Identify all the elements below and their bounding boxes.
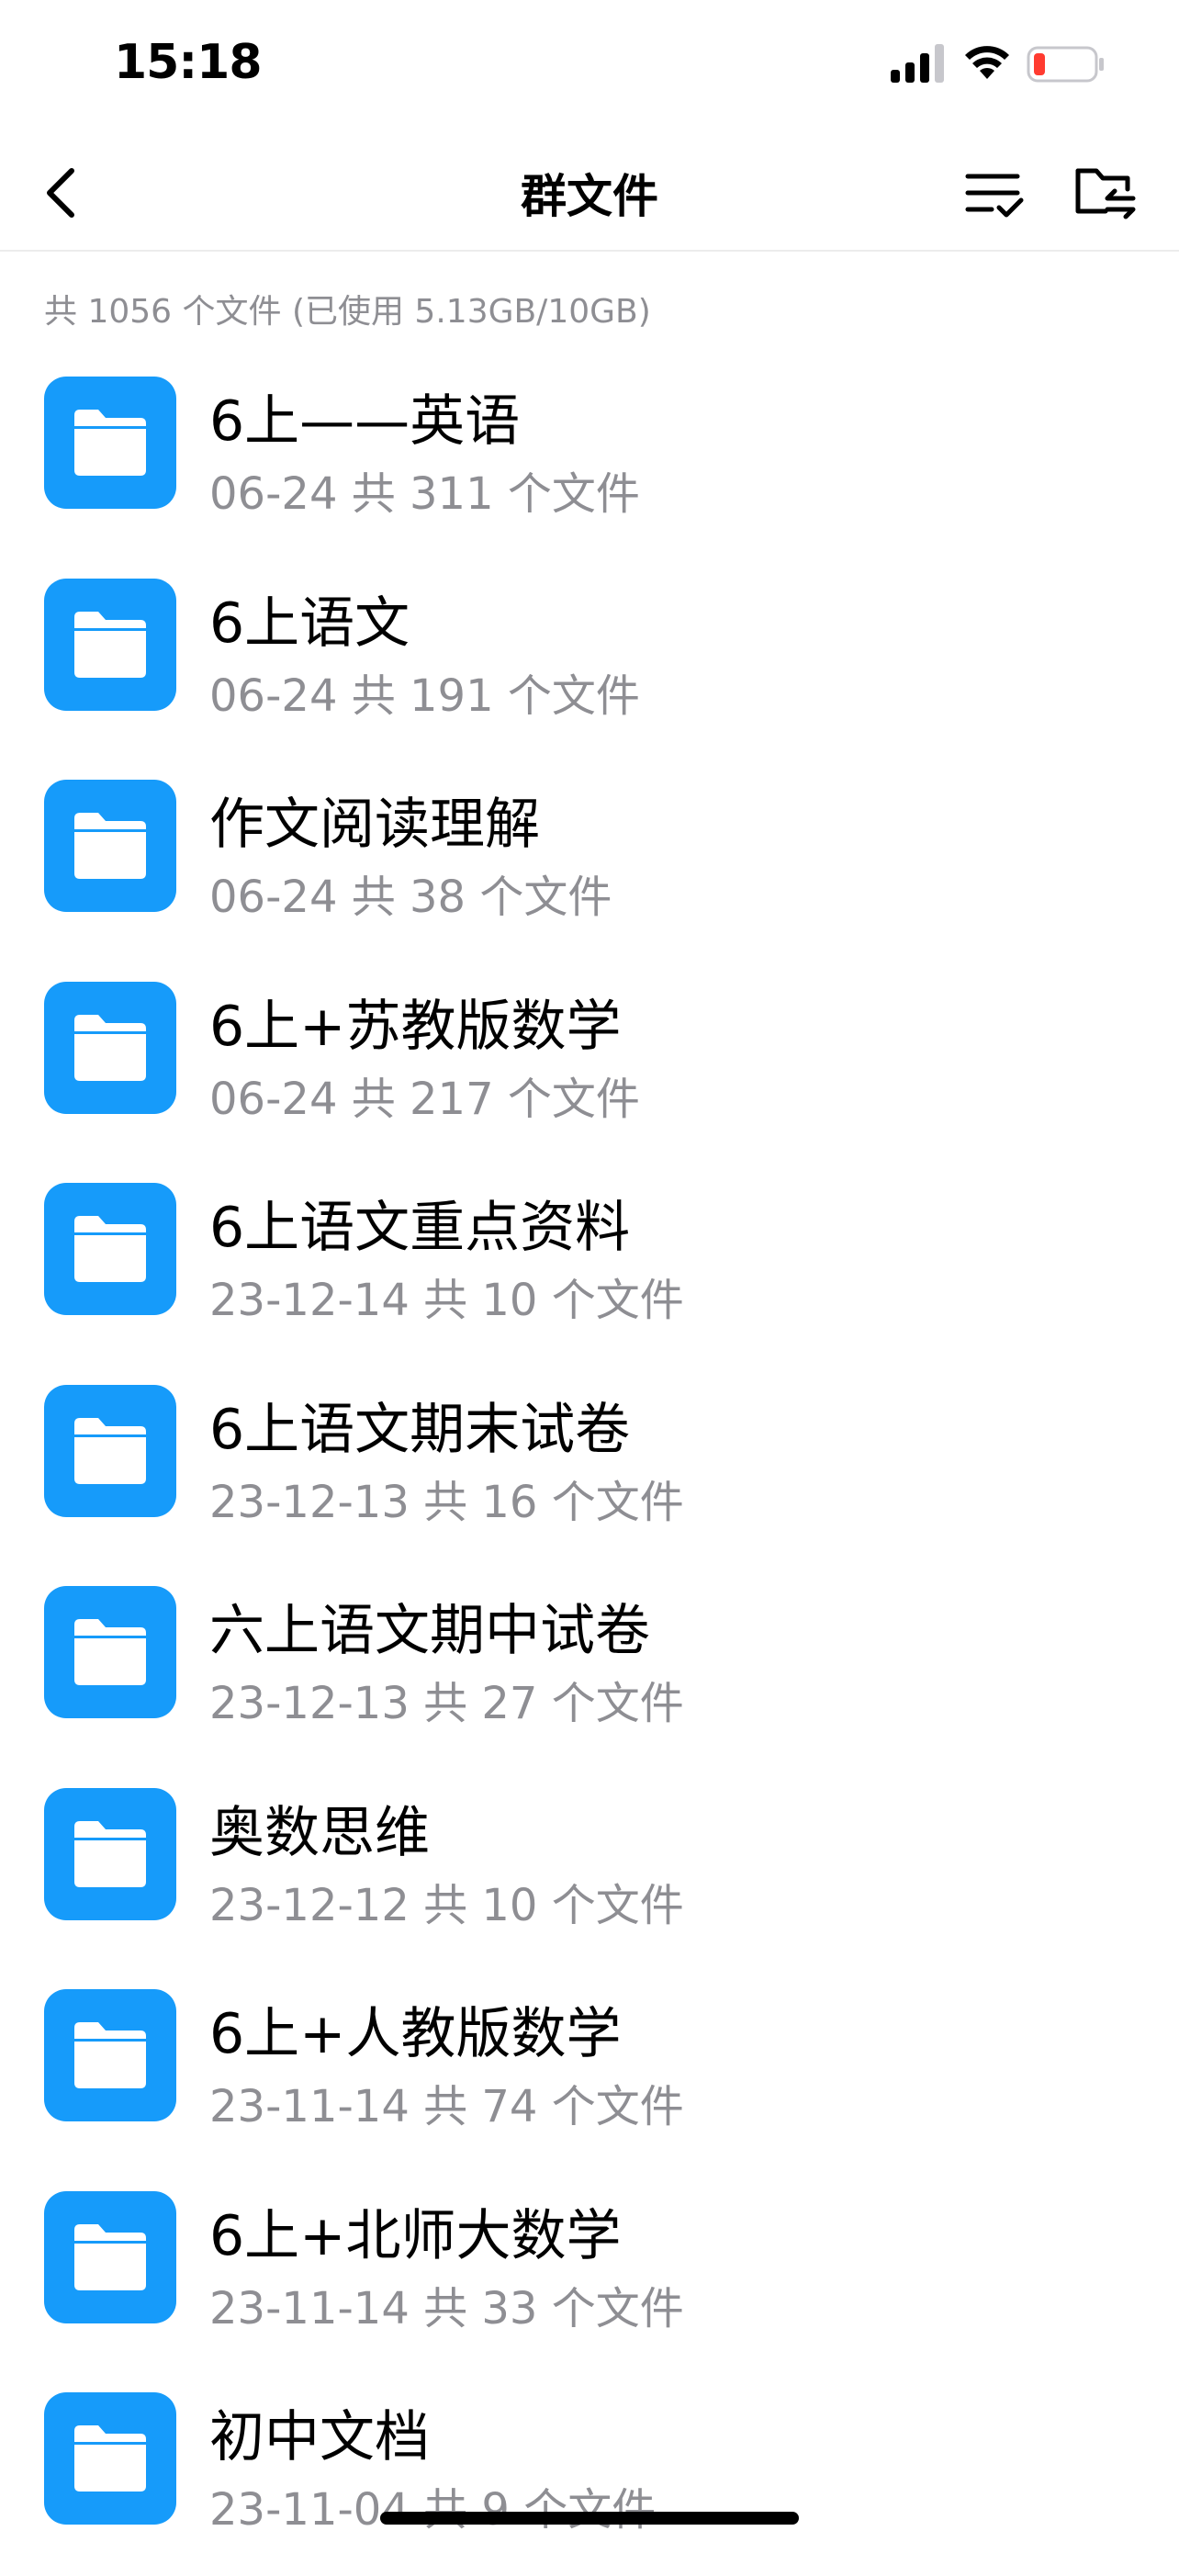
navigation-bar: 群文件 — [0, 138, 1179, 252]
file-name: 初中文档 — [209, 2405, 430, 2469]
folder-icon — [44, 578, 176, 711]
folder-icon — [44, 1384, 176, 1517]
file-item[interactable]: 6上语文 06-24 共 191 个文件 — [0, 560, 1179, 762]
home-indicator[interactable] — [380, 2512, 799, 2525]
file-name: 奥数思维 — [209, 1800, 430, 1865]
file-name: 作文阅读理解 — [209, 793, 540, 857]
file-summary: 共 1056 个文件 (已使用 5.13GB/10GB) — [44, 293, 651, 331]
file-item[interactable]: 六上语文期中试卷 23-12-13 共 27 个文件 — [0, 1568, 1179, 1770]
wifi-icon — [965, 46, 1009, 79]
file-name: 六上语文期中试卷 — [209, 1599, 650, 1663]
file-meta: 23-11-14 共 33 个文件 — [209, 2282, 684, 2334]
file-meta: 23-11-14 共 74 个文件 — [209, 2081, 684, 2132]
file-meta: 06-24 共 38 个文件 — [209, 872, 612, 923]
file-item[interactable]: 6上语文重点资料 23-12-14 共 10 个文件 — [0, 1164, 1179, 1367]
file-meta: 06-24 共 311 个文件 — [209, 468, 640, 520]
file-meta: 06-24 共 217 个文件 — [209, 1073, 640, 1125]
file-meta: 23-12-12 共 10 个文件 — [209, 1879, 684, 1931]
file-name: 6上语文重点资料 — [209, 1196, 631, 1260]
file-meta: 06-24 共 191 个文件 — [209, 669, 640, 722]
folder-icon — [44, 981, 176, 1114]
file-item[interactable]: 6上语文期末试卷 23-12-13 共 16 个文件 — [0, 1367, 1179, 1569]
file-item[interactable]: 作文阅读理解 06-24 共 38 个文件 — [0, 761, 1179, 963]
folder-transfer-icon[interactable] — [1072, 158, 1139, 224]
file-item[interactable]: 初中文档 23-11-04 共 9 个文件 — [0, 2374, 1179, 2576]
file-item[interactable]: 6上+苏教版数学 06-24 共 217 个文件 — [0, 963, 1179, 1165]
file-name: 6上——英语 — [209, 389, 521, 454]
file-list: 6上——英语 06-24 共 311 个文件 6上语文 06-24 共 191 … — [0, 358, 1179, 2576]
file-meta: 23-12-14 共 10 个文件 — [209, 1275, 684, 1326]
folder-icon — [44, 780, 176, 912]
file-meta: 23-11-04 共 9 个文件 — [209, 2484, 657, 2536]
file-name: 6上+苏教版数学 — [209, 994, 622, 1059]
folder-icon — [44, 2190, 176, 2323]
file-meta: 23-12-13 共 16 个文件 — [209, 1476, 684, 1528]
folder-icon — [44, 377, 176, 509]
file-name: 6上+北师大数学 — [209, 2203, 622, 2268]
folder-icon — [44, 1787, 176, 1920]
battery-icon — [1027, 46, 1104, 83]
status-time: 15:18 — [114, 35, 263, 90]
file-name: 6上语文期末试卷 — [209, 1397, 631, 1462]
folder-icon — [44, 2392, 176, 2525]
folder-icon — [44, 1586, 176, 1718]
file-item[interactable]: 6上+北师大数学 23-11-14 共 33 个文件 — [0, 2173, 1179, 2375]
folder-icon — [44, 1183, 176, 1315]
signal-icon — [891, 44, 944, 83]
file-meta: 23-12-13 共 27 个文件 — [209, 1678, 684, 1729]
file-item[interactable]: 6上+人教版数学 23-11-14 共 74 个文件 — [0, 1971, 1179, 2173]
folder-icon — [44, 1989, 176, 2121]
file-item[interactable]: 奥数思维 23-12-12 共 10 个文件 — [0, 1770, 1179, 1972]
status-bar: 15:18 — [0, 0, 1179, 138]
file-name: 6上语文 — [209, 591, 410, 656]
sort-list-icon[interactable] — [962, 163, 1027, 224]
file-item[interactable]: 6上——英语 06-24 共 311 个文件 — [0, 358, 1179, 560]
file-name: 6上+人教版数学 — [209, 2002, 622, 2066]
